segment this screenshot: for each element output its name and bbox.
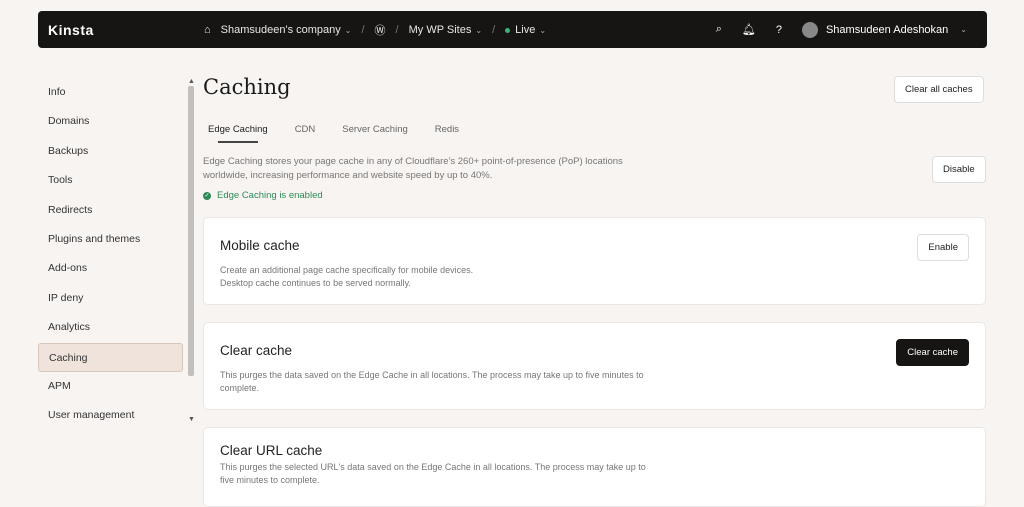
sites-dropdown[interactable]: My WP Sites ⌄ bbox=[409, 24, 482, 36]
card-description: Create an additional page cache specific… bbox=[220, 265, 474, 288]
sidebar-item-addons[interactable]: Add-ons bbox=[38, 254, 183, 283]
page-title: Caching bbox=[203, 75, 291, 99]
top-bar: Kinsta ⌂ Shamsudeen's company ⌄ / Ⓦ / My … bbox=[38, 11, 987, 48]
tab-cdn[interactable]: CDN bbox=[295, 124, 316, 135]
check-circle-icon: ✓ bbox=[203, 191, 211, 200]
separator: / bbox=[361, 23, 365, 36]
disable-button[interactable]: Disable bbox=[932, 156, 986, 183]
sidebar-item-apm[interactable]: APM bbox=[38, 372, 183, 401]
clear-all-caches-button[interactable]: Clear all caches bbox=[894, 76, 984, 103]
user-menu[interactable]: Shamsudeen Adeshokan ⌄ bbox=[801, 21, 967, 38]
scroll-up-icon[interactable]: ▲ bbox=[188, 78, 195, 85]
card-title: Clear URL cache bbox=[220, 443, 323, 458]
scrollbar-thumb[interactable] bbox=[188, 86, 194, 376]
sidebar-item-backups[interactable]: Backups bbox=[38, 137, 183, 166]
card-description: This purges the data saved on the Edge C… bbox=[220, 370, 644, 393]
card-title: Clear cache bbox=[220, 343, 293, 358]
live-status-dot bbox=[505, 27, 511, 33]
clear-url-cache-card: Clear URL cache This purges the selected… bbox=[203, 427, 986, 507]
breadcrumb: ⌂ Shamsudeen's company ⌄ / Ⓦ / My WP Site… bbox=[204, 22, 546, 38]
sidebar-scrollbar[interactable]: ▲ ▼ bbox=[187, 78, 195, 428]
sidebar-item-info[interactable]: Info bbox=[38, 78, 183, 107]
mobile-cache-card: Mobile cache Create an additional page c… bbox=[203, 217, 986, 305]
status-message: ✓ Edge Caching is enabled bbox=[203, 190, 323, 201]
chevron-down-icon: ⌄ bbox=[539, 25, 547, 35]
avatar bbox=[801, 21, 818, 38]
environment-dropdown[interactable]: Live ⌄ bbox=[505, 24, 546, 36]
card-description: This purges the selected URL's data save… bbox=[220, 462, 646, 485]
tabs: Edge Caching CDN Server Caching Redis bbox=[208, 124, 459, 143]
chevron-down-icon: ⌄ bbox=[475, 25, 483, 35]
home-icon[interactable]: ⌂ bbox=[204, 24, 211, 36]
help-icon[interactable]: ? bbox=[776, 24, 782, 36]
sidebar-item-analytics[interactable]: Analytics bbox=[38, 313, 183, 342]
sidebar-item-domains[interactable]: Domains bbox=[38, 107, 183, 136]
chevron-down-icon: ⌄ bbox=[960, 25, 967, 35]
tab-edge-caching[interactable]: Edge Caching bbox=[208, 124, 268, 143]
edge-caching-description: Edge Caching stores your page cache in a… bbox=[203, 156, 623, 181]
sidebar-item-caching[interactable]: Caching bbox=[38, 342, 183, 372]
chevron-down-icon: ⌄ bbox=[344, 25, 352, 35]
tab-redis[interactable]: Redis bbox=[435, 124, 459, 135]
enable-button[interactable]: Enable bbox=[917, 234, 969, 261]
sidebar-item-plugins[interactable]: Plugins and themes bbox=[38, 225, 183, 254]
sidebar: Info Domains Backups Tools Redirects Plu… bbox=[38, 78, 183, 431]
bell-icon[interactable]: 🔔︎ bbox=[742, 23, 756, 36]
search-icon[interactable]: ⌕ bbox=[716, 23, 722, 36]
card-title: Mobile cache bbox=[220, 238, 300, 253]
wordpress-icon[interactable]: Ⓦ bbox=[375, 22, 386, 38]
tab-server-caching[interactable]: Server Caching bbox=[342, 124, 407, 135]
company-dropdown[interactable]: Shamsudeen's company ⌄ bbox=[221, 24, 352, 36]
sidebar-item-redirects[interactable]: Redirects bbox=[38, 196, 183, 225]
clear-cache-card: Clear cache This purges the data saved o… bbox=[203, 322, 986, 410]
separator: / bbox=[395, 23, 399, 36]
scroll-down-icon[interactable]: ▼ bbox=[188, 416, 195, 423]
separator: / bbox=[492, 23, 496, 36]
sidebar-item-ip-deny[interactable]: IP deny bbox=[38, 284, 183, 313]
clear-cache-button[interactable]: Clear cache bbox=[896, 339, 969, 366]
sidebar-item-tools[interactable]: Tools bbox=[38, 166, 183, 195]
kinsta-logo[interactable]: Kinsta bbox=[48, 22, 94, 38]
sidebar-item-users[interactable]: User management bbox=[38, 401, 183, 430]
